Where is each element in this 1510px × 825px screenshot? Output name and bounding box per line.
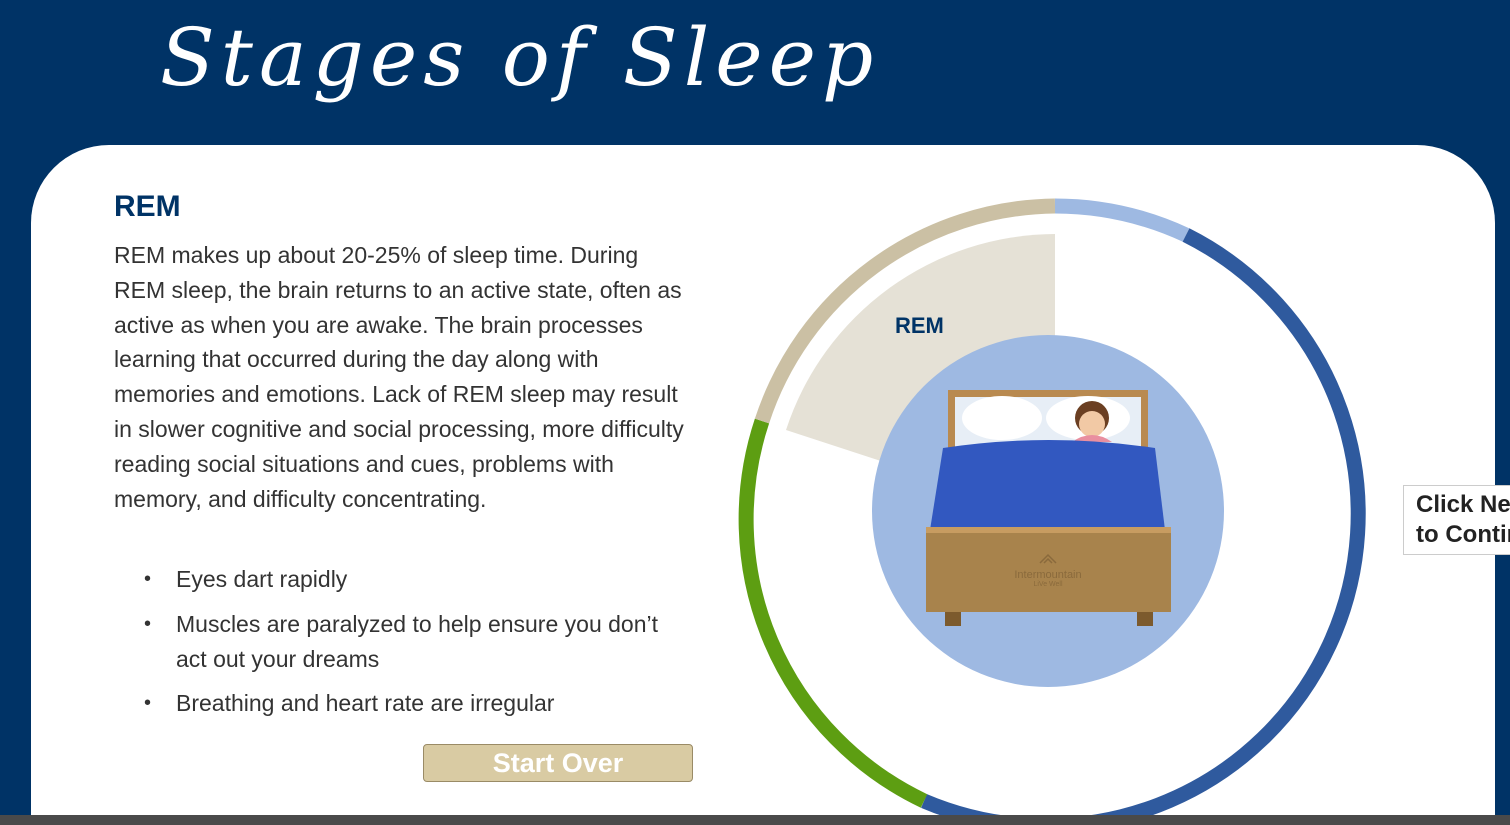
stage-description: REM makes up about 20-25% of sleep time.… (114, 242, 684, 512)
bed-illustration: Intermountain LiVe Well (926, 390, 1171, 626)
start-over-button[interactable]: Start Over (423, 744, 693, 782)
wedge-label-rem: REM (895, 313, 944, 338)
bullet-text: Eyes dart rapidly (176, 566, 348, 592)
list-item: • Breathing and heart rate are irregular (114, 686, 674, 721)
stage-heading: REM (114, 190, 181, 223)
page-title: Stages of Sleep (160, 11, 880, 104)
list-item: • Eyes dart rapidly (114, 562, 674, 597)
next-label-line-1: Click Next (1416, 491, 1510, 518)
bullet-icon: • (144, 612, 152, 635)
list-item: • Muscles are paralyzed to help ensure y… (114, 607, 674, 677)
next-label-line-2: to Continue (1416, 521, 1510, 548)
bed-brand-tagline: LiVe Well (1033, 581, 1062, 588)
bullet-icon: • (144, 568, 152, 590)
bottom-bar (0, 815, 1510, 825)
sleep-cycle-diagram: Intermountain LiVe Well REM (738, 198, 1366, 825)
bullet-text: Muscles are paralyzed to help ensure you… (176, 610, 659, 672)
bed-brand-name: Intermountain (1014, 569, 1081, 581)
click-next-button[interactable]: Click Next to Continue (1403, 485, 1510, 555)
bullet-icon: • (144, 692, 152, 715)
ring-segment-light[interactable] (1054, 198, 1190, 242)
stage-bullet-list: • Eyes dart rapidly • Muscles are paraly… (114, 562, 674, 731)
bullet-text: Breathing and heart rate are irregular (176, 690, 555, 717)
